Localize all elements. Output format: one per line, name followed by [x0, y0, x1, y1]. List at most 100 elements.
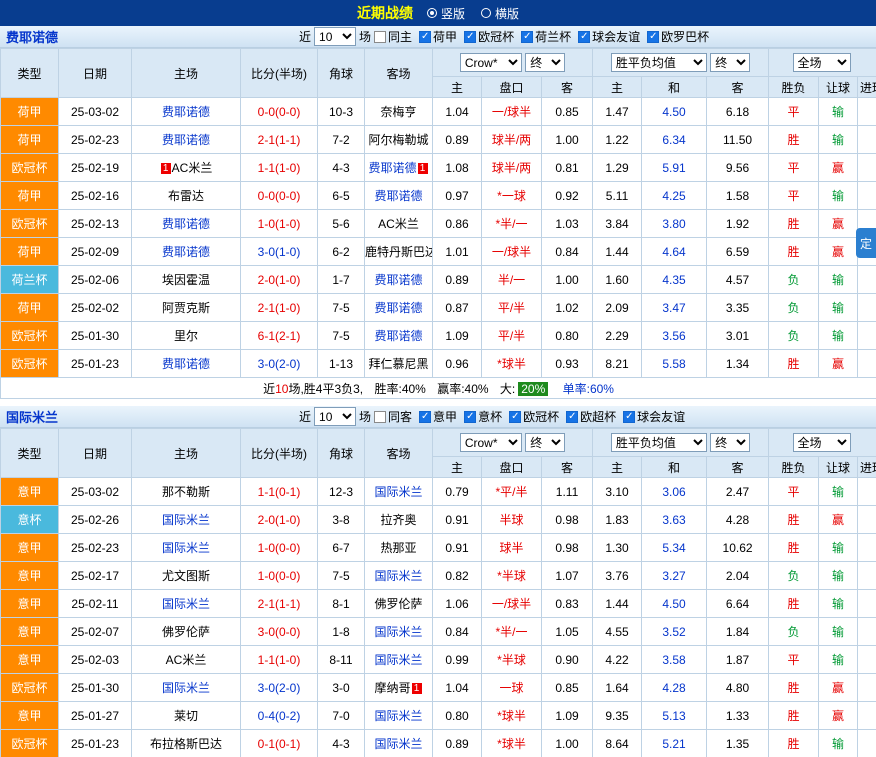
ah-home-odds: 0.82 — [433, 562, 482, 590]
home-team-name[interactable]: 国际米兰 — [162, 541, 210, 555]
comp-filter-checkbox[interactable]: 欧冠杯 — [509, 408, 559, 425]
away-team-name[interactable]: 国际米兰 — [374, 569, 422, 583]
away-team-name[interactable]: 拉齐奥 — [380, 513, 416, 527]
away-team-name[interactable]: 费耶诺德 — [374, 329, 422, 343]
home-team-name[interactable]: 那不勒斯 — [162, 485, 210, 499]
scope-select[interactable]: 全场 — [793, 433, 851, 452]
home-team-name[interactable]: 费耶诺德 — [162, 357, 210, 371]
checkbox-icon[interactable] — [374, 31, 386, 43]
checkbox-checked-icon[interactable] — [464, 411, 476, 423]
result-cell: 负 — [769, 562, 819, 590]
checkbox-checked-icon[interactable] — [566, 411, 578, 423]
score-halftime: 1-0(0-0) — [241, 534, 318, 562]
comp-filter-checkbox[interactable]: 欧罗巴杯 — [647, 28, 709, 45]
comp-filter-checkbox[interactable]: 意甲 — [419, 408, 457, 425]
home-team-name[interactable]: 布拉格斯巴达 — [150, 737, 222, 751]
away-team-name[interactable]: 费耶诺德 — [374, 301, 422, 315]
away-team-cell: 费耶诺德 — [365, 322, 433, 350]
score-halftime: 1-0(1-0) — [241, 210, 318, 238]
home-team-name[interactable]: 里尔 — [174, 329, 198, 343]
scope-controls: 全场 — [769, 429, 876, 457]
away-team-name[interactable]: AC米兰 — [378, 217, 419, 231]
ah-home-odds: 0.91 — [433, 534, 482, 562]
home-team-name[interactable]: 费耶诺德 — [162, 105, 210, 119]
comp-filter-checkbox[interactable]: 球会友谊 — [578, 28, 640, 45]
comp-filter-checkbox[interactable]: 意杯 — [464, 408, 502, 425]
competition-type: 荷甲 — [1, 126, 59, 154]
home-team-name[interactable]: 国际米兰 — [162, 597, 210, 611]
checkbox-checked-icon[interactable] — [623, 411, 635, 423]
match-row: 欧冠杯25-02-191AC米兰1-1(1-0)4-3费耶诺德11.08球半/两… — [1, 154, 876, 182]
home-team-name[interactable]: 莱切 — [174, 709, 198, 723]
europe-final-select[interactable]: 终 — [710, 53, 750, 72]
home-team-name[interactable]: 阿贾克斯 — [162, 301, 210, 315]
side-tab-button[interactable]: 定 — [856, 228, 876, 258]
layout-vertical-option[interactable]: 竖版 — [427, 5, 465, 22]
checkbox-checked-icon[interactable] — [509, 411, 521, 423]
comp-filter-checkbox[interactable]: 球会友谊 — [623, 408, 685, 425]
comp-filter-checkbox[interactable]: 欧超杯 — [566, 408, 616, 425]
home-team-name[interactable]: 国际米兰 — [162, 681, 210, 695]
away-team-name[interactable]: 鹿特丹斯巴达 — [365, 245, 433, 259]
comp-filter-checkbox[interactable]: 荷甲 — [419, 28, 457, 45]
away-team-name[interactable]: 摩纳哥 — [374, 681, 410, 695]
away-team-name[interactable]: 拜仁慕尼黑 — [368, 357, 428, 371]
odds-final-select[interactable]: 终 — [525, 433, 565, 452]
team-name[interactable]: 费耶诺德 — [6, 27, 58, 46]
comp-filter-checkbox[interactable]: 荷兰杯 — [521, 28, 571, 45]
checkbox-checked-icon[interactable] — [647, 31, 659, 43]
away-team-name[interactable]: 阿尔梅勒城 — [368, 133, 428, 147]
lose-odds: 11.50 — [707, 126, 769, 154]
venue-filter-checkbox[interactable]: 同主 — [374, 28, 412, 45]
home-team-name[interactable]: 布雷达 — [168, 189, 204, 203]
europe-final-select[interactable]: 终 — [710, 433, 750, 452]
away-team-name[interactable]: 国际米兰 — [374, 485, 422, 499]
home-team-name[interactable]: AC米兰 — [166, 653, 207, 667]
scope-select[interactable]: 全场 — [793, 53, 851, 72]
home-team-name[interactable]: 佛罗伦萨 — [162, 625, 210, 639]
away-team-name[interactable]: 费耶诺德 — [374, 273, 422, 287]
goals-cell — [858, 730, 876, 757]
away-team-name[interactable]: 奈梅亨 — [380, 105, 416, 119]
away-team-name[interactable]: 国际米兰 — [374, 653, 422, 667]
venue-filter-checkbox[interactable]: 同客 — [374, 408, 412, 425]
checkbox-checked-icon[interactable] — [419, 31, 431, 43]
home-team-name[interactable]: 费耶诺德 — [162, 217, 210, 231]
radio-selected-icon[interactable] — [427, 8, 437, 18]
match-date: 25-01-30 — [59, 674, 132, 702]
home-team-name[interactable]: 费耶诺德 — [162, 133, 210, 147]
checkbox-checked-icon[interactable] — [521, 31, 533, 43]
odds-source-select[interactable]: Crow* — [460, 433, 522, 452]
away-team-name[interactable]: 国际米兰 — [374, 625, 422, 639]
win-odds: 3.76 — [593, 562, 642, 590]
checkbox-checked-icon[interactable] — [464, 31, 476, 43]
match-count-select[interactable]: 10 — [314, 27, 356, 46]
radio-unselected-icon[interactable] — [481, 8, 491, 18]
odds-source-select[interactable]: Crow* — [460, 53, 522, 72]
home-team-name[interactable]: 费耶诺德 — [162, 245, 210, 259]
match-count-select[interactable]: 10 — [314, 407, 356, 426]
away-team-name[interactable]: 国际米兰 — [374, 737, 422, 751]
summary-coverrate: 赢率:40% — [437, 382, 488, 396]
europe-avg-select[interactable]: 胜平负均值 — [611, 53, 707, 72]
home-team-name[interactable]: 尤文图斯 — [162, 569, 210, 583]
europe-avg-select[interactable]: 胜平负均值 — [611, 433, 707, 452]
away-team-name[interactable]: 热那亚 — [380, 541, 416, 555]
layout-horizontal-option[interactable]: 横版 — [481, 5, 519, 22]
home-team-name[interactable]: 埃因霍温 — [162, 273, 210, 287]
checkbox-checked-icon[interactable] — [419, 411, 431, 423]
away-team-name[interactable]: 佛罗伦萨 — [374, 597, 422, 611]
summary-winrate: 胜率:40% — [374, 382, 425, 396]
home-team-name[interactable]: AC米兰 — [172, 161, 213, 175]
checkbox-checked-icon[interactable] — [578, 31, 590, 43]
odds-final-select[interactable]: 终 — [525, 53, 565, 72]
comp-filter-checkbox[interactable]: 欧冠杯 — [464, 28, 514, 45]
home-team-name[interactable]: 国际米兰 — [162, 513, 210, 527]
match-date: 25-02-19 — [59, 154, 132, 182]
checkbox-icon[interactable] — [374, 411, 386, 423]
team-name[interactable]: 国际米兰 — [6, 407, 58, 426]
away-team-name[interactable]: 费耶诺德 — [368, 161, 416, 175]
away-team-name[interactable]: 费耶诺德 — [374, 189, 422, 203]
goals-cell — [858, 322, 876, 350]
away-team-name[interactable]: 国际米兰 — [374, 709, 422, 723]
